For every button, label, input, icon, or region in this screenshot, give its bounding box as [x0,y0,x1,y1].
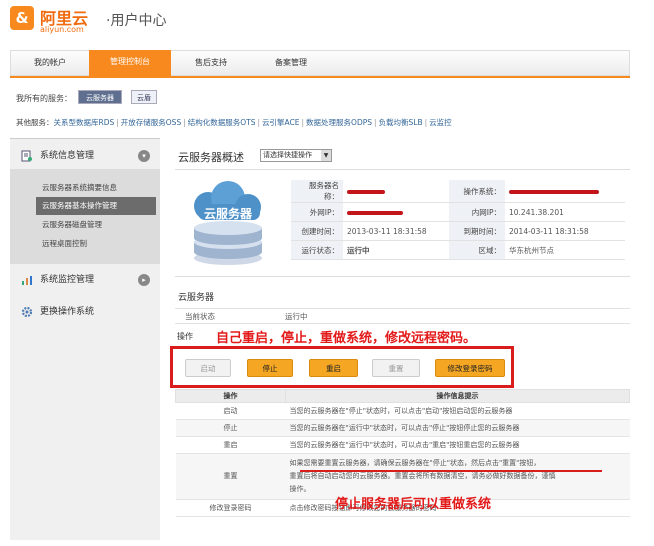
sidebar-submenu: 云服务器系统摘要信息 云服务器基本操作管理 云服务器磁盘管理 远程桌面控制 [10,169,160,264]
annotation-underline [300,470,602,472]
reset-button[interactable]: 重置 [372,359,420,377]
restart-button[interactable]: 重启 [309,359,358,377]
tab-my-account[interactable]: 我的帐户 [11,51,89,75]
state-row: 当前状态 运行中 [175,308,630,324]
info-value: 华东杭州节点 [505,240,625,260]
link-ace[interactable]: 云引擎ACE [262,118,299,127]
sidebar-group-label: 更换操作系统 [40,307,95,317]
sidebar-group-change-os[interactable]: 更换操作系统 [10,297,160,327]
page-title: 云服务器概述 [178,151,244,164]
my-services-label: 我所有的服务： [16,94,72,103]
info-key: 操作系统： [449,180,505,203]
info-key: 创建时间： [291,221,343,241]
chart-icon [22,276,32,285]
divider [175,276,630,277]
info-value: 2013-03-11 18:31:58 [343,221,449,241]
quick-action-select[interactable]: 请选择快捷操作 ▼ [260,149,332,162]
info-key: 运行状态： [291,240,343,260]
sidebar-group-label: 系统信息管理 [40,151,95,161]
info-row: 服务器名称： 操作系统： [291,180,625,203]
redaction-mark [509,189,599,194]
tab-support[interactable]: 售后支持 [171,51,251,75]
page-section-title: ·用户中心 [106,13,167,29]
info-key: 外网IP： [291,202,343,222]
op-name: 重置 [175,453,286,500]
divider [175,169,630,170]
info-key: 区域： [449,240,505,260]
info-value: 2014-03-11 18:31:58 [505,221,625,241]
server-info-table: 服务器名称： 操作系统： 外网IP： 内网IP： 10.241.38.201 创… [291,180,625,260]
service-ecs-button[interactable]: 云服务器 [78,90,122,104]
sidebar-item-disk[interactable]: 云服务器磁盘管理 [40,216,152,234]
tab-filing[interactable]: 备案管理 [251,51,331,75]
op-name: 停止 [175,419,286,437]
op-tip: 当您的云服务器在"停止"状态时，可以点击"启动"按钮启动您的云服务器 [285,402,630,420]
state-value: 运行中 [285,312,308,321]
chevron-right-icon[interactable]: ▸ [138,274,150,286]
table-row: 启动 当您的云服务器在"停止"状态时，可以点击"启动"按钮启动您的云服务器 [175,402,630,420]
redaction-mark [347,210,403,215]
sidebar-group-label: 系统监控管理 [40,275,95,285]
chevron-down-icon: ▼ [321,150,331,161]
info-value [505,180,625,203]
doc-icon [21,150,32,162]
main-nav: 我的帐户 管理控制台 售后支持 备案管理 [10,50,630,76]
info-value [343,202,449,222]
link-monitor[interactable]: 云监控 [429,118,452,127]
op-name: 启动 [175,402,286,420]
table-row: 停止 当您的云服务器在"运行中"状态时，可以点击"停止"按钮停止您的云服务器 [175,419,630,437]
sidebar-group-monitoring[interactable]: 系统监控管理 ▸ [10,265,160,295]
status-badge: 运行中 [343,240,449,260]
op-tip: 当您的云服务器在"运行中"状态时，可以点击"停止"按钮停止您的云服务器 [285,419,630,437]
other-services-label: 其他服务： [16,118,54,127]
info-key: 内网IP： [449,202,505,222]
info-row: 外网IP： 内网IP： 10.241.38.201 [291,202,625,222]
column-header: 操作信息提示 [285,389,630,403]
image-caption: 云服务器 [204,206,253,221]
link-oss[interactable]: 开放存储服务OSS [121,118,181,127]
info-row: 创建时间： 2013-03-11 18:31:58 到期时间： 2014-03-… [291,221,625,241]
chevron-down-icon[interactable]: ▾ [138,150,150,162]
info-key: 到期时间： [449,221,505,241]
op-tip: 当您的云服务器在"运行中"状态时，可以点击"重启"按钮重启您的云服务器 [285,436,630,454]
sidebar-item-summary[interactable]: 云服务器系统摘要信息 [40,179,152,197]
info-key: 服务器名称： [291,180,343,203]
brand-domain: aliyun.com [40,25,84,34]
link-ots[interactable]: 结构化数据服务OTS [188,118,256,127]
link-slb[interactable]: 负载均衡SLB [379,118,423,127]
table-row: 重启 当您的云服务器在"运行中"状态时，可以点击"重启"按钮重启您的云服务器 [175,436,630,454]
aliyun-logo-icon[interactable]: & [10,6,34,30]
other-services-row: 其他服务：关系型数据库RDS | 开放存储服务OSS | 结构化数据服务OTS | 云引擎A… [16,118,452,127]
state-label: 当前状态 [185,312,215,321]
op-name: 重启 [175,436,286,454]
sidebar-item-basic-ops[interactable]: 云服务器基本操作管理 [36,197,156,215]
column-header: 操作 [175,389,286,403]
info-value: 10.241.38.201 [505,202,625,222]
link-odps[interactable]: 数据处理服务ODPS [306,118,372,127]
stop-button[interactable]: 停止 [247,359,293,377]
sidebar-item-remote-desktop[interactable]: 远程桌面控制 [40,235,152,253]
info-row: 运行状态： 运行中 区域： 华东杭州节点 [291,240,625,260]
link-rds[interactable]: 关系型数据库RDS [54,118,115,127]
section-title: 云服务器 [178,293,215,303]
cloud-server-icon: 云服务器 [194,181,262,265]
operations-label: 操作 [177,332,193,341]
nav-underline [10,76,630,78]
tab-console[interactable]: 管理控制台 [89,50,171,76]
annotation-text: 自己重启，停止，重做系统，修改远程密码。 [216,331,477,346]
redaction-mark [347,189,385,194]
annotation-text: 停止服务器后可以重做系统 [335,497,492,512]
op-tip-line: 如果您需要重置云服务器，请确保云服务器在"停止"状态，然后点击"重置"按钮， [289,459,541,467]
gear-icon [21,306,33,318]
quick-action-value: 请选择快捷操作 [263,151,312,159]
change-password-button[interactable]: 修改登录密码 [435,359,505,377]
op-name: 修改登录密码 [175,499,286,517]
table-header-row: 操作 操作信息提示 [175,389,630,403]
sidebar-group-system-info[interactable]: 系统信息管理 ▾ [10,141,160,171]
service-yundun-button[interactable]: 云盾 [131,90,157,104]
start-button[interactable]: 启动 [185,359,231,377]
sidebar: 系统信息管理 ▾ 云服务器系统摘要信息 云服务器基本操作管理 云服务器磁盘管理 … [10,138,160,540]
info-value [343,180,449,203]
